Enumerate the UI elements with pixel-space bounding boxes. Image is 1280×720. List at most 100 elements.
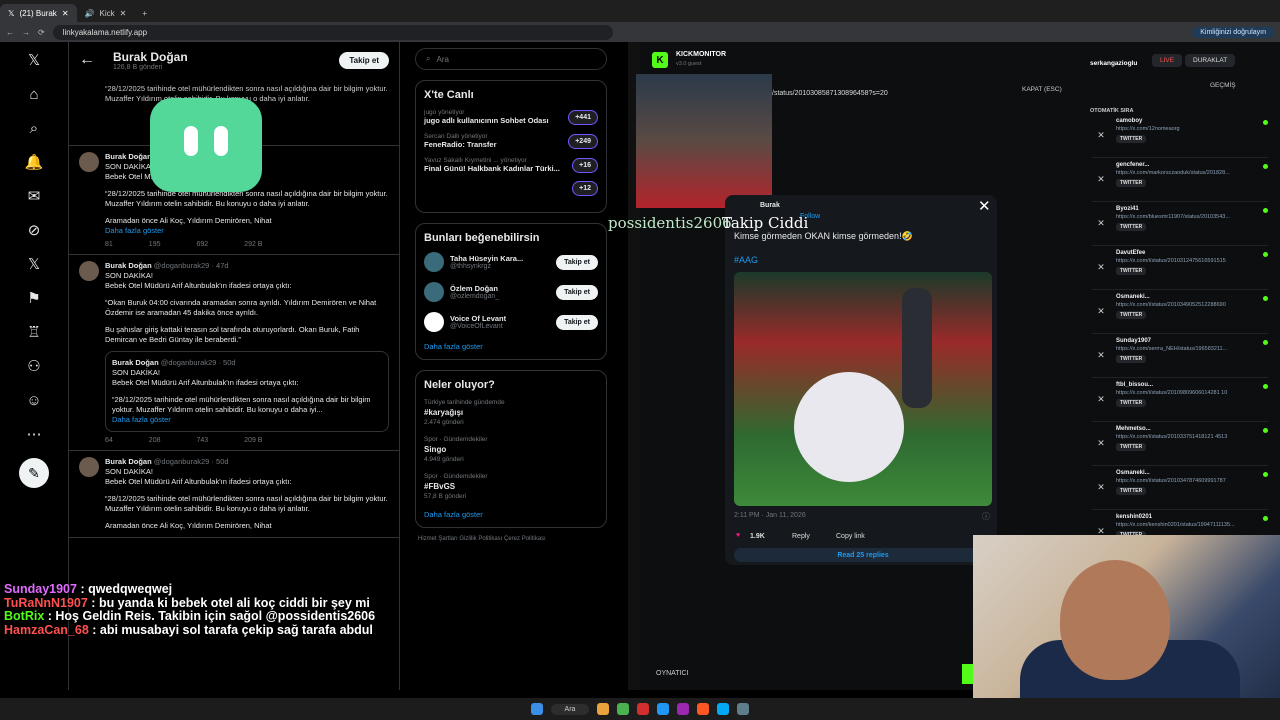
- like-count[interactable]: 692: [196, 241, 208, 248]
- live-item[interactable]: Yavuz Sakallı Kıymetini ... yönetiyor Fin…: [424, 157, 598, 173]
- reply-count[interactable]: 81: [105, 241, 113, 248]
- trend-item[interactable]: Spor · Gündemdekiler Singo 4.949 gönderi: [424, 436, 598, 463]
- close-icon[interactable]: ✕: [1092, 426, 1110, 449]
- search-input[interactable]: ⌕ Ara: [415, 48, 607, 70]
- queue-item[interactable]: ✕ Mehmetso... https://x.com/i/status/20103…: [1092, 422, 1268, 466]
- jobs-icon[interactable]: ♖: [24, 322, 44, 342]
- timeline-post[interactable]: Burak Doğan @doganburak29 · 47d SON DAKİ…: [69, 255, 399, 451]
- file-explorer-icon[interactable]: [597, 703, 610, 715]
- queue-link[interactable]: https://x.com/i/status/20103478746099917…: [1116, 478, 1257, 484]
- queue-link[interactable]: https://x.com/i/status/20109809606014281…: [1116, 390, 1257, 396]
- repost-count[interactable]: 208: [149, 437, 161, 444]
- more-icon[interactable]: ⋯: [24, 424, 44, 444]
- queue-link[interactable]: https://x.com/bluesmr11907/status/201035…: [1116, 214, 1257, 220]
- show-more-link[interactable]: Daha fazla göster: [105, 226, 389, 236]
- search-icon[interactable]: ⌕: [24, 118, 44, 138]
- app-icon[interactable]: [717, 703, 730, 715]
- show-more-link[interactable]: Daha fazla göster: [424, 342, 598, 351]
- like-count[interactable]: 743: [196, 437, 208, 444]
- notifications-icon[interactable]: 🔔: [24, 152, 44, 172]
- show-more-link[interactable]: Daha fazla göster: [424, 510, 598, 519]
- follow-button[interactable]: Takip et: [556, 314, 598, 330]
- repost-count[interactable]: 195: [149, 241, 161, 248]
- live-item[interactable]: Sercan Dallı yönetiyor FeneRadio: Transfe…: [424, 133, 598, 149]
- follow-button[interactable]: Takip et: [556, 284, 598, 300]
- profile-icon[interactable]: ☺: [24, 390, 44, 410]
- close-icon[interactable]: ✕: [1092, 382, 1110, 405]
- verify-identity-button[interactable]: Kimliğinizi doğrulayın: [1192, 26, 1274, 38]
- grok-icon[interactable]: ⊘: [24, 220, 44, 240]
- windows-start-icon[interactable]: [530, 703, 543, 715]
- queue-link[interactable]: https://x.com/i/status/20103490525122886…: [1116, 302, 1257, 308]
- info-icon[interactable]: ⓘ: [982, 511, 990, 522]
- queue-item[interactable]: ✕ Byozi41 https://x.com/bluesmr11907/statu…: [1092, 202, 1268, 246]
- player-toggle[interactable]: [962, 664, 973, 684]
- view-count[interactable]: 209 B: [244, 437, 262, 444]
- close-icon[interactable]: ✕: [1092, 470, 1110, 493]
- footer-links[interactable]: Hizmet Şartları Gizlilik Politikası Çere…: [418, 536, 614, 542]
- forward-icon[interactable]: →: [22, 28, 30, 37]
- pause-button[interactable]: DURAKLAT: [1185, 54, 1236, 67]
- tab-x[interactable]: 𝕏 (21) Burak ✕: [0, 4, 77, 22]
- app-icon[interactable]: [737, 703, 750, 715]
- history-button[interactable]: GEÇMİŞ: [1210, 82, 1236, 89]
- queue-item[interactable]: ✕ DavutEfee https://x.com/i/status/2010312…: [1092, 246, 1268, 290]
- queue-item[interactable]: ✕ camoboy https://x.com/12nomeaorg TWITTER: [1092, 114, 1268, 158]
- queue-item[interactable]: ✕ ftbl_bissou... https://x.com/i/status/20…: [1092, 378, 1268, 422]
- read-replies-button[interactable]: Read 25 replies: [734, 548, 992, 562]
- close-icon[interactable]: ✕: [978, 197, 991, 215]
- telegram-icon[interactable]: [657, 703, 670, 715]
- heart-icon[interactable]: ♥: [736, 532, 740, 539]
- avatar[interactable]: [79, 261, 99, 281]
- queue-item[interactable]: ✕ gencfener... https://x.com/markorsczaodu…: [1092, 158, 1268, 202]
- back-icon[interactable]: ←: [6, 28, 14, 37]
- close-icon[interactable]: ✕: [1092, 206, 1110, 229]
- close-icon[interactable]: ✕: [1092, 250, 1110, 273]
- url-field[interactable]: linkyakalama.netlify.app: [52, 24, 613, 40]
- post-button[interactable]: ✎: [19, 458, 49, 488]
- close-icon[interactable]: ✕: [1092, 294, 1110, 317]
- queue-link[interactable]: https://x.com/markorsczaoduk/status/2018…: [1116, 170, 1257, 176]
- close-icon[interactable]: ✕: [120, 9, 127, 18]
- queue-item[interactable]: ✕ Sunday1907 https://x.com/serrra_NEH/stat…: [1092, 334, 1268, 378]
- show-more-link[interactable]: Daha fazla göster: [112, 415, 382, 425]
- reply-count[interactable]: 64: [105, 437, 113, 444]
- follow-button[interactable]: Takip et: [339, 51, 389, 69]
- queue-link[interactable]: https://x.com/i/status/201033751418121 4…: [1116, 434, 1257, 440]
- close-icon[interactable]: ✕: [1092, 118, 1110, 141]
- app-icon[interactable]: [677, 703, 690, 715]
- taskbar-search[interactable]: Ara: [550, 703, 590, 715]
- app-icon[interactable]: [697, 703, 710, 715]
- popup-hashtag[interactable]: #AAG: [734, 255, 758, 265]
- view-count[interactable]: 292 B: [244, 241, 262, 248]
- suggestion-item[interactable]: Voice Of Levant @VoiceOfLevant Takip et: [424, 312, 598, 332]
- close-icon[interactable]: ✕: [1092, 162, 1110, 185]
- queue-item[interactable]: ✕ Osmaneki... https://x.com/i/status/20103…: [1092, 466, 1268, 510]
- queue-link[interactable]: https://x.com/kenshin0201/status/1994711…: [1116, 522, 1257, 528]
- trend-item[interactable]: Spor · Gündemdekiler #FBvGS 57,8 B gönderi: [424, 473, 598, 500]
- tab-kick[interactable]: 🔊 Kick ✕: [77, 4, 135, 22]
- bookmarks-icon[interactable]: ⚑: [24, 288, 44, 308]
- suggestion-item[interactable]: Taha Hüseyin Kara... @thhsynkrgz Takip et: [424, 252, 598, 272]
- queue-link[interactable]: https://x.com/serrra_NEH/status/19658321…: [1116, 346, 1257, 352]
- messages-icon[interactable]: ✉: [24, 186, 44, 206]
- communities-icon[interactable]: ⚇: [24, 356, 44, 376]
- app-icon[interactable]: [637, 703, 650, 715]
- close-icon[interactable]: ✕: [62, 9, 69, 18]
- new-tab-button[interactable]: +: [134, 4, 155, 22]
- home-icon[interactable]: ⌂: [24, 84, 44, 104]
- popup-copy-link[interactable]: Copy link: [836, 533, 865, 540]
- x-icon[interactable]: 𝕏: [24, 254, 44, 274]
- suggestion-item[interactable]: Özlem Doğan @ozlemdogan_ Takip et: [424, 282, 598, 302]
- quoted-post[interactable]: Burak Doğan @doganburak29 · 50d SON DAKİ…: [105, 351, 389, 432]
- live-item[interactable]: +12: [424, 181, 598, 196]
- close-icon[interactable]: ✕: [1092, 514, 1110, 537]
- back-arrow-icon[interactable]: ←: [79, 51, 95, 69]
- tweet-image[interactable]: [734, 272, 992, 506]
- queue-item[interactable]: ✕ Osmaneki... https://x.com/i/status/20103…: [1092, 290, 1268, 334]
- queue-link[interactable]: https://x.com/12nomeaorg: [1116, 126, 1257, 132]
- reload-icon[interactable]: ⟳: [38, 28, 45, 37]
- trend-item[interactable]: Türkiye tarihinde gündemde #karyağışı 2.47…: [424, 399, 598, 426]
- live-item[interactable]: jugo yönetiyor jugo adlı kullanıcının Soh…: [424, 109, 598, 125]
- chrome-icon[interactable]: [617, 703, 630, 715]
